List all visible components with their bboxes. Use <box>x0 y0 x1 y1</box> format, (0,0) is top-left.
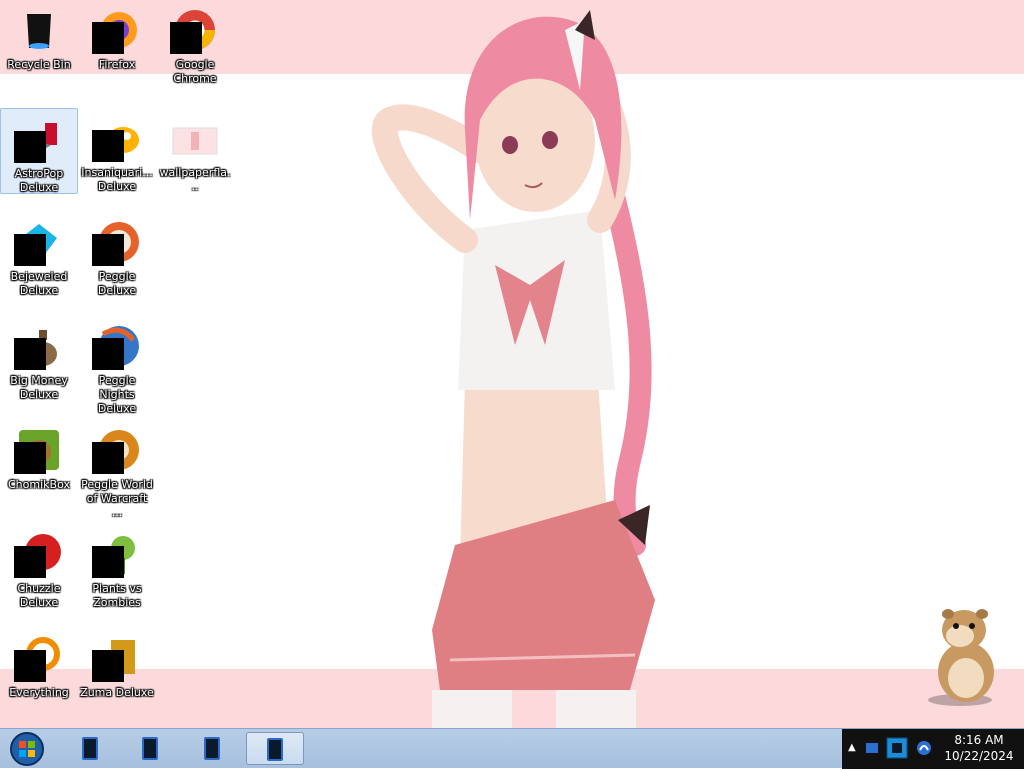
desktop-icon-label: Recycle Bin <box>7 58 71 71</box>
desktop-icon-peggle-deluxe[interactable]: Peggle Deluxe <box>78 212 156 298</box>
redaction-block <box>92 650 124 682</box>
system-tray: ▲ 8:16 AM 10/22/2024 <box>842 729 1024 769</box>
redaction-block <box>14 442 46 474</box>
desktop-icon-recycle-bin[interactable]: Recycle Bin <box>0 0 78 86</box>
taskbar-app-button[interactable] <box>190 732 234 765</box>
clock-time: 8:16 AM <box>954 733 1004 747</box>
desktop-icon-label: Peggle Nights Deluxe <box>97 374 137 415</box>
desktop-icon-label: Everything <box>9 686 69 699</box>
show-hidden-icons-arrow-icon[interactable]: ▲ <box>848 742 856 753</box>
taskbar-app-button-active[interactable] <box>246 732 304 765</box>
desktop-icon-label: AstroPop Deluxe <box>14 167 64 194</box>
desktop-icon-label: Insaniquari... Deluxe <box>81 166 153 193</box>
desktop-icon-firefox[interactable]: Firefox <box>78 0 156 86</box>
peggle-wow-icon <box>92 426 141 474</box>
redaction-block <box>92 22 124 54</box>
recycle-bin-icon <box>15 6 63 54</box>
chrome-icon <box>170 6 219 54</box>
everything-search-icon <box>14 634 63 682</box>
redaction-block <box>14 650 46 682</box>
chomikbox-icon <box>14 426 63 474</box>
desktop-icon-label: Plants vs Zombies <box>92 582 142 609</box>
windows-orb-icon <box>10 732 44 766</box>
taskbar-clock[interactable]: 8:16 AM 10/22/2024 <box>936 732 1022 764</box>
desktop-icon-label: Zuma Deluxe <box>80 686 154 699</box>
redaction-block <box>92 338 124 370</box>
desktop-icon-astropop-deluxe[interactable]: AstroPop Deluxe <box>0 108 78 194</box>
desktop-icon-chuzzle-deluxe[interactable]: Chuzzle Deluxe <box>0 524 78 610</box>
app-window-icon <box>142 737 158 760</box>
insaniquarium-icon <box>92 114 141 162</box>
image-file-icon <box>171 114 219 162</box>
desktop-icon-label: Peggle World of Warcraft ... <box>81 478 153 519</box>
redaction-block <box>92 442 124 474</box>
taskbar: ▲ 8:16 AM 10/22/2024 <box>0 728 1024 769</box>
wallpaper-character <box>371 10 655 728</box>
bejeweled-icon <box>14 218 63 266</box>
desktop-icon-google-chrome[interactable]: Google Chrome <box>156 0 234 86</box>
peggle-nights-icon <box>92 322 141 370</box>
redaction-block <box>14 234 46 266</box>
start-button[interactable] <box>6 731 48 767</box>
hamster-widget[interactable] <box>922 600 1006 708</box>
app-window-icon <box>82 737 98 760</box>
desktop-icon-bejeweled-deluxe[interactable]: Bejeweled Deluxe <box>0 212 78 298</box>
desktop-icon-label: Peggle Deluxe <box>97 270 137 297</box>
desktop-icon-label: Google Chrome <box>173 58 217 85</box>
firefox-icon <box>92 6 141 54</box>
redaction-block <box>170 22 202 54</box>
app-window-icon <box>267 738 283 761</box>
desktop-icon-big-money-deluxe[interactable]: Big Money Deluxe <box>0 316 78 402</box>
desktop-icon-label: Big Money Deluxe <box>10 374 68 401</box>
money-bag-icon <box>14 322 63 370</box>
desktop-icon-plants-vs-zombies[interactable]: Plants vs Zombies <box>78 524 156 610</box>
desktop-icon-zuma-deluxe[interactable]: Zuma Deluxe <box>78 628 156 714</box>
desktop-icon-wallpaperflare[interactable]: wallpaperfla... <box>156 108 234 194</box>
desktop-icon-label: Chuzzle Deluxe <box>17 582 61 609</box>
app-tray-icon[interactable] <box>886 737 908 759</box>
redaction-block <box>92 546 124 578</box>
zuma-icon <box>92 634 141 682</box>
app-window-icon <box>204 737 220 760</box>
desktop-icon-insaniquarium-deluxe[interactable]: Insaniquari... Deluxe <box>78 108 156 194</box>
redaction-block <box>14 546 46 578</box>
clock-date: 10/22/2024 <box>944 749 1014 763</box>
network-tray-icon[interactable] <box>916 740 932 756</box>
taskbar-app-button[interactable] <box>68 732 112 765</box>
desktop-icon-label: ChomikBox <box>8 478 70 491</box>
plants-vs-zombies-icon <box>92 530 141 578</box>
redaction-block <box>92 234 124 266</box>
chuzzle-icon <box>14 530 63 578</box>
redaction-block <box>14 131 46 163</box>
desktop-icon-everything[interactable]: Everything <box>0 628 78 714</box>
taskbar-app-button[interactable] <box>128 732 172 765</box>
desktop-icon-peggle-nights-deluxe[interactable]: Peggle Nights Deluxe <box>78 316 156 415</box>
desktop-icon-label: Firefox <box>98 58 136 71</box>
redaction-block <box>92 130 124 162</box>
peggle-icon <box>92 218 141 266</box>
desktop-icon-chomikbox[interactable]: ChomikBox <box>0 420 78 506</box>
desktop-icon-label: wallpaperfla... <box>159 166 231 193</box>
desktop-icon-label: Bejeweled Deluxe <box>10 270 68 297</box>
redaction-block <box>14 338 46 370</box>
network-shield-tray-icon[interactable] <box>864 740 880 756</box>
desktop-icon-peggle-world-of-warcraft[interactable]: Peggle World of Warcraft ... <box>78 420 156 519</box>
astropop-icon <box>14 115 63 163</box>
